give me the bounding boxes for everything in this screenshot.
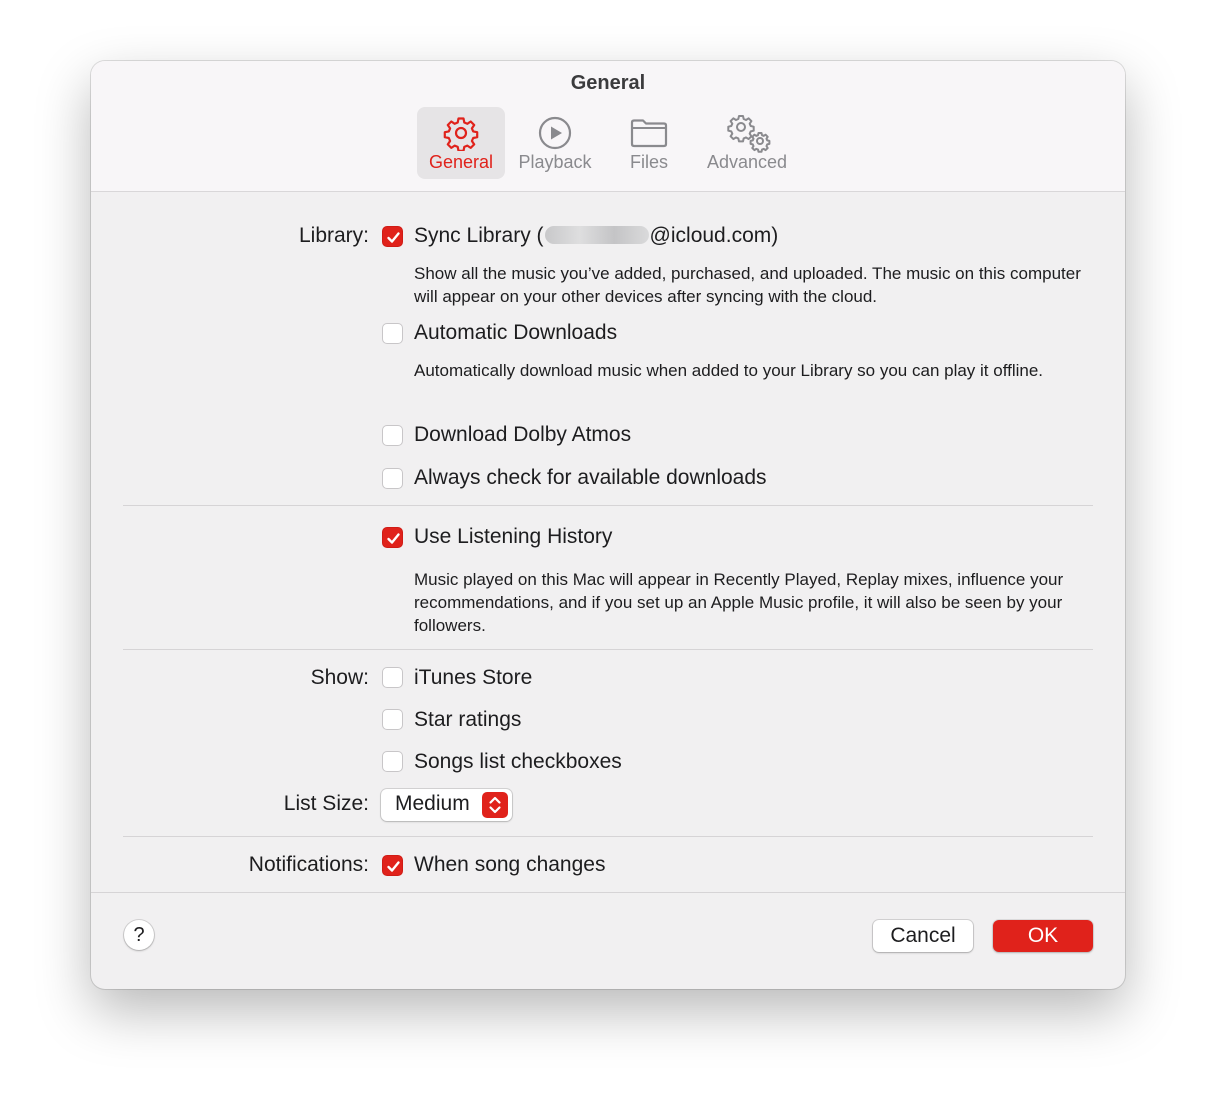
play-circle-icon — [538, 116, 572, 150]
song-changes-label: When song changes — [414, 853, 606, 876]
dolby-atmos-checkbox[interactable] — [382, 425, 403, 446]
redacted-email — [544, 226, 649, 244]
separator — [123, 505, 1093, 506]
checkmark-icon — [387, 533, 400, 544]
list-size-value: Medium — [395, 792, 470, 815]
preferences-window: General General Playback Files Advanced … — [91, 61, 1125, 989]
notifications-label: Notifications: — [248, 853, 369, 876]
toolbar: General General Playback Files Advanced — [91, 61, 1125, 192]
itunes-store-label: iTunes Store — [414, 666, 533, 689]
ok-button[interactable]: OK — [993, 920, 1093, 952]
footer-separator — [91, 892, 1125, 893]
dolby-atmos-label: Download Dolby Atmos — [414, 423, 632, 446]
list-size-label: List Size: — [283, 792, 369, 815]
sync-library-checkbox[interactable] — [382, 226, 403, 247]
song-changes-checkbox[interactable] — [382, 855, 403, 876]
gears-icon — [727, 115, 771, 153]
help-button[interactable]: ? — [124, 920, 154, 950]
always-check-checkbox[interactable] — [382, 468, 403, 489]
window-title: General — [570, 72, 646, 94]
star-ratings-checkbox[interactable] — [382, 709, 403, 730]
sync-library-description: Show all the music you’ve added, purchas… — [414, 264, 1081, 306]
tab-files[interactable]: Files — [605, 107, 693, 179]
songs-list-checkboxes-label: Songs list checkboxes — [414, 750, 622, 773]
separator — [123, 649, 1093, 650]
automatic-downloads-checkbox[interactable] — [382, 323, 403, 344]
tab-playback[interactable]: Playback — [511, 107, 599, 179]
listening-history-description: Music played on this Mac will appear in … — [414, 570, 1064, 635]
tab-advanced[interactable]: Advanced — [699, 107, 795, 179]
star-ratings-label: Star ratings — [414, 708, 522, 731]
tab-general-label: General — [428, 152, 494, 172]
sync-library-label-suffix: @icloud.com) — [649, 224, 779, 247]
gear-icon — [443, 117, 479, 151]
sync-library-label-prefix: Sync Library ( — [414, 224, 544, 247]
separator — [123, 836, 1093, 837]
tab-files-label: Files — [629, 152, 668, 172]
list-size-popup[interactable]: Medium — [381, 789, 512, 821]
itunes-store-checkbox[interactable] — [382, 667, 403, 688]
tab-advanced-label: Advanced — [706, 152, 788, 172]
show-label: Show: — [310, 666, 369, 689]
listening-history-label: Use Listening History — [414, 525, 613, 548]
always-check-label: Always check for available downloads — [414, 466, 767, 489]
checkmark-icon — [387, 232, 400, 243]
folder-icon — [630, 119, 668, 148]
automatic-downloads-description: Automatically download music when added … — [414, 361, 1044, 380]
library-label: Library: — [298, 224, 369, 247]
updown-chevron-icon — [482, 792, 508, 818]
checkmark-icon — [387, 861, 400, 872]
listening-history-checkbox[interactable] — [382, 527, 403, 548]
cancel-button[interactable]: Cancel — [873, 920, 973, 952]
sync-library-label: Sync Library ( @icloud.com) — [414, 224, 778, 248]
tab-general[interactable]: General — [417, 107, 505, 179]
tab-playback-label: Playback — [518, 152, 592, 172]
automatic-downloads-label: Automatic Downloads — [414, 321, 618, 344]
songs-list-checkboxes-checkbox[interactable] — [382, 751, 403, 772]
